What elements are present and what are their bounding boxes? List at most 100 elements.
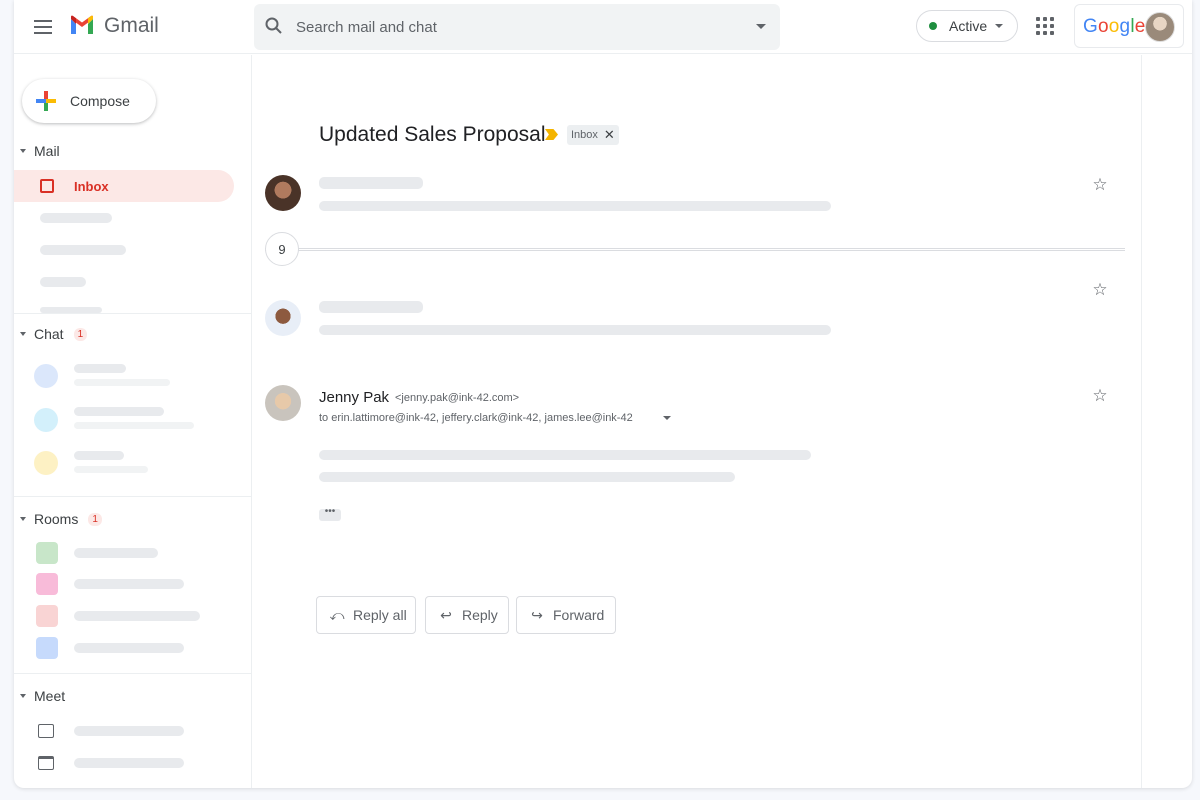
collapsed-messages-divider (265, 248, 1125, 251)
chat-preview-placeholder (74, 422, 194, 429)
divider (14, 496, 252, 497)
close-icon[interactable]: ✕ (604, 127, 615, 143)
status-label: Active (949, 18, 988, 34)
chat-preview-placeholder (74, 379, 170, 386)
collapse-icon (20, 517, 26, 521)
section-mail-label: Mail (34, 143, 60, 159)
room-name-placeholder (74, 643, 184, 653)
meet-item-placeholder[interactable] (74, 726, 184, 736)
search-icon[interactable] (264, 16, 284, 36)
reading-pane: Updated Sales Proposal Inbox ✕ ☆ 9 ☆ Jen… (253, 55, 1141, 788)
reply-icon: ↩ (440, 606, 452, 623)
sender-name[interactable]: Jenny Pak (319, 389, 389, 406)
status-selector[interactable]: Active (916, 10, 1018, 42)
chat-preview-placeholder (74, 466, 148, 473)
section-meet[interactable]: Meet (20, 688, 65, 704)
search-options-icon[interactable] (756, 24, 766, 29)
chat-name-placeholder (74, 451, 124, 460)
sidebar-item-placeholder[interactable] (40, 277, 86, 287)
label-chip[interactable]: Inbox ✕ (567, 125, 619, 145)
chevron-down-icon[interactable] (663, 416, 671, 420)
section-chat[interactable]: Chat 1 (20, 326, 88, 342)
email-subject: Updated Sales Proposal (319, 123, 546, 146)
sender-email: <jenny.pak@ink-42.com> (395, 392, 520, 404)
unread-badge: 1 (73, 327, 88, 341)
section-mail[interactable]: Mail (20, 143, 60, 159)
sidebar-item-placeholder[interactable] (40, 213, 112, 223)
label-chip-text: Inbox (571, 129, 598, 141)
collapse-icon (20, 694, 26, 698)
chat-name-placeholder (74, 364, 126, 373)
app-name[interactable]: Gmail (104, 14, 159, 38)
divider (14, 673, 252, 674)
chat-avatar[interactable] (34, 364, 58, 388)
divider (14, 313, 252, 314)
section-chat-label: Chat (34, 326, 64, 342)
avatar[interactable] (265, 300, 301, 336)
forward-icon: ↪ (531, 606, 543, 623)
importance-marker-icon[interactable] (545, 129, 558, 140)
collapsed-messages-button[interactable]: 9 (265, 232, 299, 266)
reply-all-label: Reply all (353, 607, 407, 623)
inbox-icon (40, 179, 54, 193)
recipients-line: to erin.lattimore@ink-42, jeffery.clark@… (319, 412, 633, 424)
room-icon[interactable] (36, 637, 58, 659)
forward-button[interactable]: ↪ Forward (516, 596, 616, 634)
reply-all-button[interactable]: ⤺ Reply all (316, 596, 416, 634)
right-side-panel (1141, 55, 1192, 788)
unread-badge: 1 (88, 512, 102, 526)
star-icon[interactable]: ☆ (1091, 387, 1109, 405)
avatar[interactable] (265, 385, 301, 421)
chat-avatar[interactable] (34, 408, 58, 432)
video-call-icon[interactable] (38, 724, 54, 738)
reply-label: Reply (462, 607, 498, 623)
apps-grid-icon[interactable] (1036, 17, 1054, 35)
search-input[interactable] (296, 14, 716, 40)
show-trimmed-content-button[interactable]: ••• (319, 507, 341, 521)
collapse-icon (20, 149, 26, 153)
chevron-down-icon (995, 24, 1004, 28)
reply-button[interactable]: ↩ Reply (425, 596, 509, 634)
message-body-placeholder (319, 472, 735, 482)
compose-plus-icon (34, 89, 58, 113)
section-rooms-label: Rooms (34, 511, 79, 527)
room-name-placeholder (74, 548, 158, 558)
section-meet-label: Meet (34, 688, 66, 704)
message-snippet-placeholder[interactable] (319, 201, 831, 211)
top-bar: Gmail Active Google (14, 0, 1192, 54)
menu-icon[interactable] (34, 14, 60, 40)
sidebar-item-label: Inbox (74, 178, 109, 194)
avatar[interactable] (265, 175, 301, 211)
meet-item-placeholder[interactable] (74, 758, 184, 768)
sidebar-item-placeholder[interactable] (40, 245, 126, 255)
gmail-window: Gmail Active Google (14, 0, 1192, 788)
star-icon[interactable]: ☆ (1091, 281, 1109, 299)
compose-button[interactable]: Compose (22, 79, 156, 123)
sidebar: Compose Mail Inbox Chat 1 Rooms 1 Meet (14, 55, 252, 788)
room-icon[interactable] (36, 573, 58, 595)
chat-name-placeholder (74, 407, 164, 416)
avatar[interactable] (1145, 12, 1175, 42)
room-name-placeholder (74, 579, 184, 589)
section-rooms[interactable]: Rooms 1 (20, 511, 102, 527)
account-switcher[interactable]: Google (1074, 4, 1184, 48)
message-snippet-placeholder[interactable] (319, 325, 831, 335)
gmail-logo-icon[interactable] (68, 12, 96, 40)
google-logo: Google (1083, 16, 1146, 37)
reply-all-icon: ⤺ (329, 606, 345, 623)
chat-avatar[interactable] (34, 451, 58, 475)
calendar-icon[interactable] (38, 756, 54, 770)
collapse-icon (20, 332, 26, 336)
room-name-placeholder (74, 611, 200, 621)
search-bar[interactable] (254, 4, 780, 50)
message-body-placeholder (319, 450, 811, 460)
star-icon[interactable]: ☆ (1091, 176, 1109, 194)
room-icon[interactable] (36, 605, 58, 627)
sidebar-item-inbox[interactable]: Inbox (14, 170, 234, 202)
status-dot (929, 22, 937, 30)
sender-name-placeholder[interactable] (319, 177, 423, 189)
sender-name-placeholder[interactable] (319, 301, 423, 313)
forward-label: Forward (553, 607, 605, 623)
room-icon[interactable] (36, 542, 58, 564)
compose-label: Compose (70, 93, 130, 109)
